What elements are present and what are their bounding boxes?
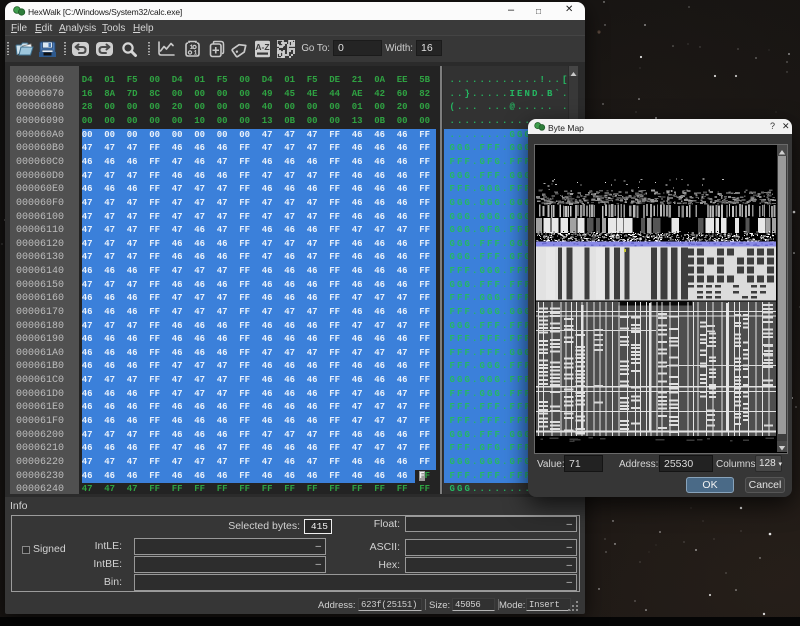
svg-text:A-Z: A-Z: [255, 42, 269, 52]
svg-text:1: 1: [194, 50, 198, 57]
